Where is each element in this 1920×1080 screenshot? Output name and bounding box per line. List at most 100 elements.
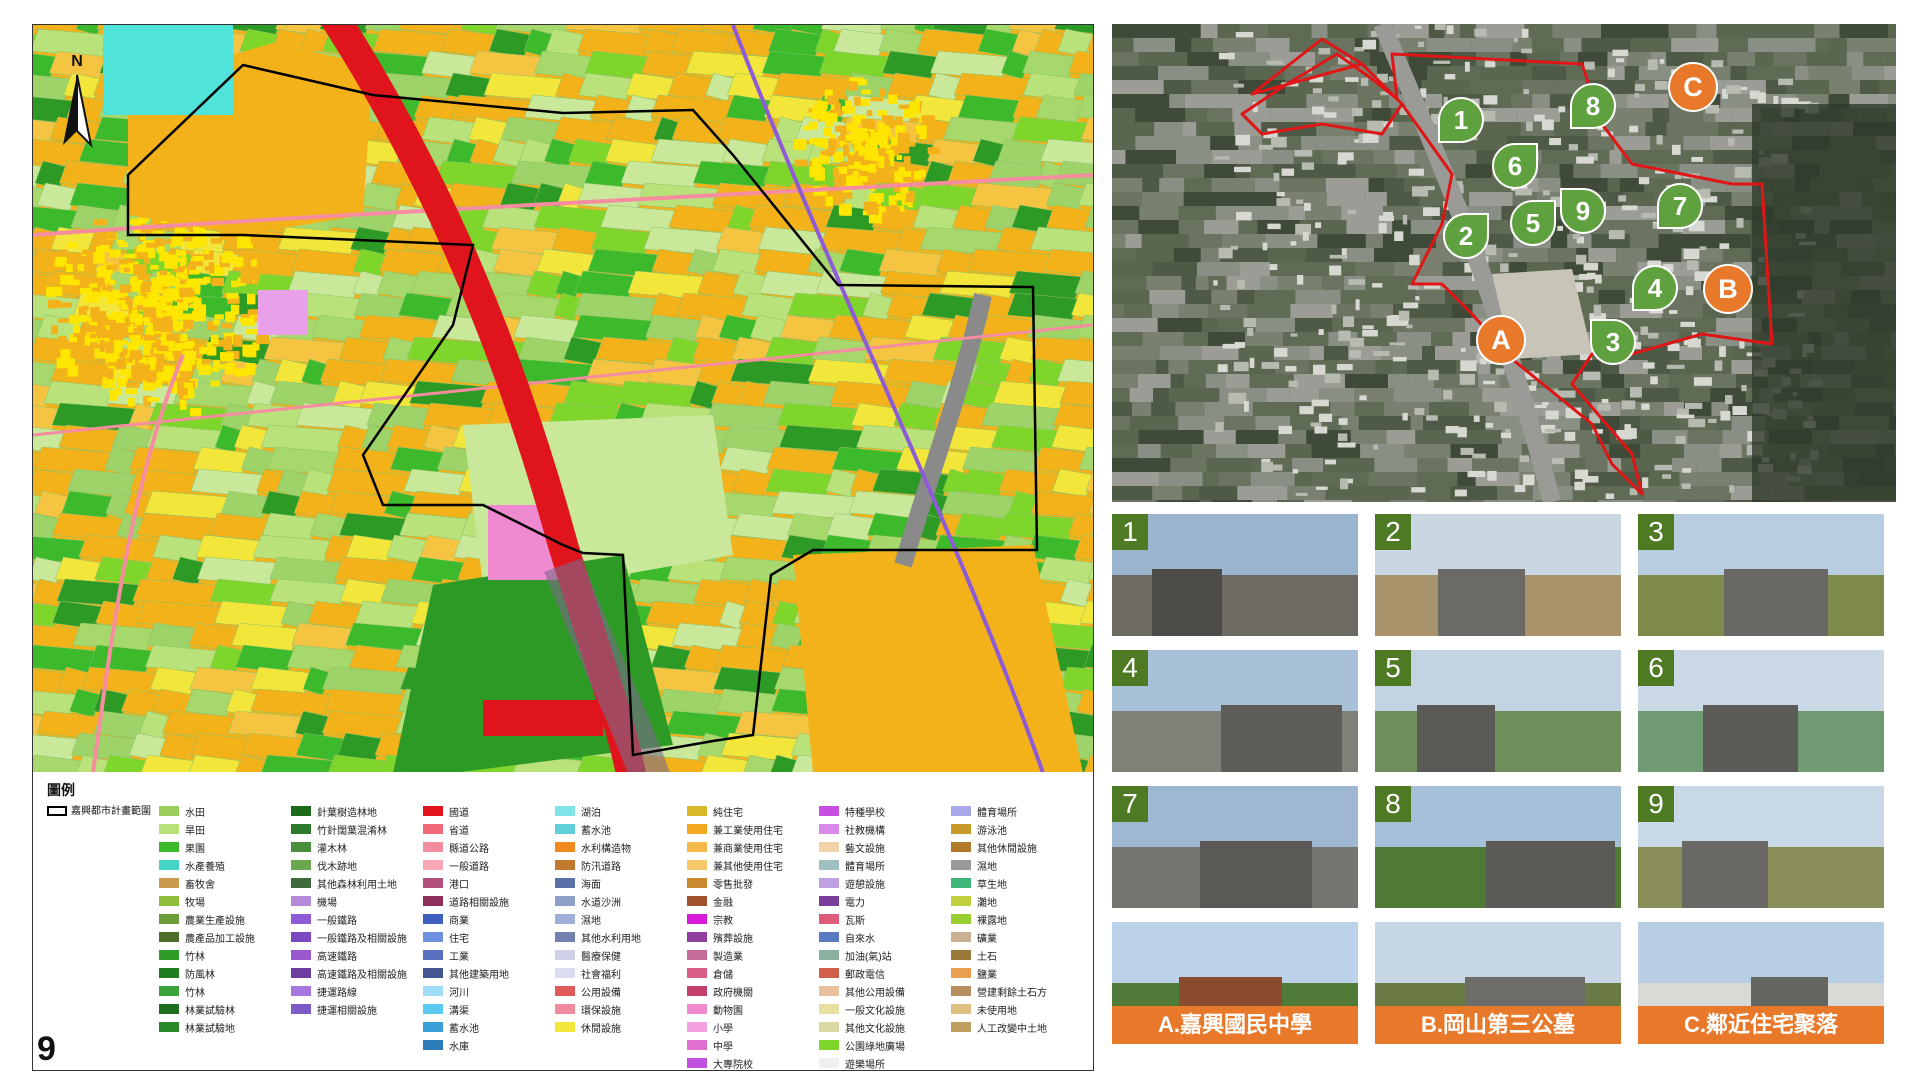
satellite-map[interactable]: 1 2 3 4 5 6 7 8 9 A B C: [1112, 24, 1896, 502]
site-photo[interactable]: 3: [1638, 514, 1884, 636]
field-tile: [1829, 80, 1861, 94]
building-roof: [1218, 247, 1233, 259]
legend-swatch: [291, 824, 311, 834]
legend-swatch: [423, 1004, 443, 1014]
boundary-label: 嘉興都市計畫範圍: [71, 806, 151, 817]
building-roof: [1269, 264, 1278, 271]
poi-marker-a[interactable]: A: [1476, 315, 1526, 365]
land-parcel: [970, 182, 1055, 212]
building-parcel: [797, 138, 804, 151]
legend-label: 伐木跡地: [317, 861, 357, 873]
field-tile: [1794, 66, 1809, 80]
photo-road: [1200, 840, 1312, 908]
field-tile: [1208, 66, 1245, 80]
building-parcel: [147, 357, 157, 365]
building-parcel: [220, 352, 234, 362]
poi-marker-b[interactable]: B: [1703, 264, 1753, 314]
site-photo[interactable]: 5: [1375, 650, 1621, 772]
legend-swatch: [159, 860, 179, 870]
site-photo[interactable]: 2: [1375, 514, 1621, 636]
legend-label: 鹽業: [977, 969, 997, 981]
legend-column: 體育場所 游泳池 其他休閒設施 濕地 草生地 灘地 裸露地 礦業 土石 鹽業 營建剩餘土石方 未使用地…: [951, 802, 1071, 1036]
site-photo[interactable]: 1: [1112, 514, 1358, 636]
site-photo[interactable]: 8: [1375, 786, 1621, 908]
field-tile: [1645, 122, 1667, 136]
land-use-map[interactable]: N: [32, 24, 1094, 774]
building-parcel: [94, 306, 100, 316]
site-photo[interactable]: 9: [1638, 786, 1884, 908]
legend-item: 機場: [291, 892, 411, 910]
legend-label: 零售批發: [713, 879, 753, 891]
building-roof: [1310, 422, 1322, 427]
legend-swatch: [555, 860, 575, 870]
building-roof: [1618, 195, 1627, 202]
legend-swatch: [819, 1004, 839, 1014]
building-parcel: [51, 273, 61, 282]
site-marker-8[interactable]: 8: [1570, 83, 1616, 129]
field-tile: [1196, 122, 1235, 136]
building-parcel: [877, 110, 887, 116]
legend-label: 河川: [449, 987, 469, 999]
building-roof: [1720, 410, 1731, 421]
site-marker-9[interactable]: 9: [1560, 188, 1606, 234]
building-parcel: [150, 264, 159, 270]
building-roof: [1460, 360, 1477, 372]
site-photo[interactable]: 7: [1112, 786, 1358, 908]
legend-label: 蓄水池: [581, 825, 611, 837]
building-parcel: [119, 284, 132, 293]
building-parcel: [116, 378, 128, 388]
legend-swatch: [819, 842, 839, 852]
field-tile: [1112, 262, 1153, 276]
building-roof: [1672, 144, 1681, 155]
field-tile: [1250, 472, 1295, 486]
field-tile: [1232, 192, 1257, 206]
field-tile: [1394, 150, 1415, 164]
building-roof: [1237, 279, 1245, 289]
building-roof: [1525, 121, 1533, 132]
site-marker-3[interactable]: 3: [1590, 319, 1636, 365]
building-roof: [1324, 373, 1341, 383]
building-parcel: [147, 397, 160, 402]
poi-marker-c[interactable]: C: [1668, 62, 1718, 112]
legend-swatch: [819, 806, 839, 816]
site-marker-1[interactable]: 1: [1438, 97, 1484, 143]
field-tile: [1587, 136, 1615, 150]
building-parcel: [104, 272, 111, 284]
site-marker-2[interactable]: 2: [1443, 213, 1489, 259]
site-marker-4[interactable]: 4: [1632, 265, 1678, 311]
building-roof: [1220, 304, 1231, 311]
site-marker-7[interactable]: 7: [1657, 183, 1703, 229]
field-tile: [1465, 164, 1493, 178]
photo-sky: [1112, 650, 1358, 711]
legend-label: 其他森林利用土地: [317, 879, 397, 891]
legend-item: 動物園: [687, 1000, 807, 1018]
site-photo[interactable]: B.岡山第三公墓: [1375, 922, 1621, 1044]
legend-label: 高速鐵路: [317, 951, 357, 963]
legend-label: 兼其他使用住宅: [713, 861, 783, 873]
site-marker-6[interactable]: 6: [1492, 143, 1538, 189]
building-roof: [1415, 296, 1420, 301]
building-roof: [1495, 368, 1505, 375]
field-tile: [1623, 192, 1654, 206]
photo-sky: [1638, 514, 1884, 575]
building-parcel: [99, 340, 105, 352]
legend-item: 農業生產設施: [159, 910, 279, 928]
field-tile: [1755, 52, 1774, 66]
site-photo[interactable]: C.鄰近住宅聚落: [1638, 922, 1884, 1044]
building-roof: [1329, 265, 1342, 276]
building-roof: [1386, 315, 1393, 327]
building-roof: [1337, 442, 1356, 448]
legend-item: 其他文化設施: [819, 1018, 939, 1036]
field-tile: [1627, 52, 1651, 66]
legend-label: 未使用地: [977, 1005, 1017, 1017]
legend-label: 水田: [185, 807, 205, 819]
field-tile: [1238, 220, 1258, 234]
site-photo[interactable]: A.嘉興國民中學: [1112, 922, 1358, 1044]
site-photo[interactable]: 4: [1112, 650, 1358, 772]
site-marker-5[interactable]: 5: [1510, 200, 1556, 246]
site-photo[interactable]: 6: [1638, 650, 1884, 772]
legend-swatch: [687, 1022, 707, 1032]
building-roof: [1371, 100, 1382, 108]
building-roof: [1423, 207, 1440, 217]
building-roof: [1568, 144, 1579, 151]
